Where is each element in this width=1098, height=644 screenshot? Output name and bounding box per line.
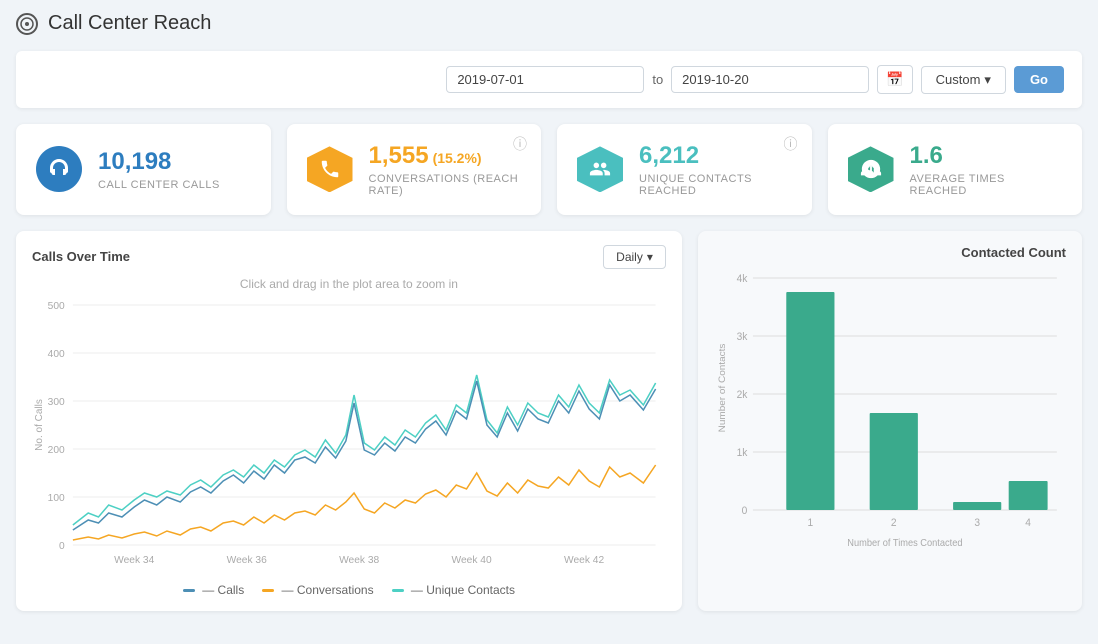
- svg-text:3: 3: [974, 516, 980, 528]
- svg-text:1k: 1k: [736, 446, 747, 458]
- headset-icon: [36, 146, 82, 192]
- help-icon-unique[interactable]: ⓘ: [784, 134, 798, 154]
- legend-conversations: — Conversations: [262, 583, 373, 597]
- stat-card-conversations: 1,555 (15.2%) CONVERSATIONS (REACH RATE)…: [287, 124, 542, 215]
- svg-text:Week 42: Week 42: [564, 555, 605, 566]
- legend-unique-contacts: — Unique Contacts: [392, 583, 515, 597]
- svg-text:400: 400: [48, 349, 65, 360]
- stat-card-average: 1.6 AVERAGE TIMES REACHED: [828, 124, 1083, 215]
- go-button[interactable]: Go: [1014, 66, 1064, 93]
- svg-text:200: 200: [48, 445, 65, 456]
- svg-text:2: 2: [891, 516, 897, 528]
- svg-text:4k: 4k: [736, 272, 747, 284]
- stat-label-average: AVERAGE TIMES REACHED: [910, 173, 1063, 197]
- svg-text:0: 0: [742, 504, 748, 516]
- stat-card-calls: 10,198 CALL CENTER CALLS: [16, 124, 271, 215]
- svg-text:500: 500: [48, 301, 65, 312]
- stat-card-unique: 6,212 UNIQUE CONTACTS REACHED ⓘ: [557, 124, 812, 215]
- bar-chart-title: Contacted Count: [714, 245, 1066, 260]
- stat-info-conversations: 1,555 (15.2%) CONVERSATIONS (REACH RATE): [369, 142, 522, 197]
- filter-bar: to 📅 Custom ▾ Go: [16, 51, 1082, 108]
- svg-text:Week 40: Week 40: [452, 555, 493, 566]
- filter-to-label: to: [652, 72, 663, 87]
- svg-text:3k: 3k: [736, 330, 747, 342]
- line-chart-area: 500 400 300 200 100 0 Week 34 Week 36: [32, 295, 666, 575]
- line-chart-title: Calls Over Time: [32, 249, 130, 264]
- help-icon-conversations[interactable]: ⓘ: [513, 134, 527, 154]
- svg-text:Week 38: Week 38: [339, 555, 380, 566]
- phone-icon: [307, 146, 353, 192]
- chevron-down-icon: ▾: [647, 250, 653, 264]
- stat-value-conversations: 1,555: [369, 142, 429, 171]
- chart-hint: Click and drag in the plot area to zoom …: [32, 277, 666, 291]
- stat-label-calls: CALL CENTER CALLS: [98, 179, 251, 191]
- users-icon: [577, 146, 623, 192]
- date-from-input[interactable]: [446, 66, 644, 93]
- users-circle-icon: [848, 146, 894, 192]
- bottom-section: Calls Over Time Daily ▾ Click and drag i…: [16, 231, 1082, 611]
- stat-label-conversations: CONVERSATIONS (REACH RATE): [369, 173, 522, 197]
- stat-value-calls: 10,198: [98, 148, 251, 177]
- bar-chart-area: 4k 3k 2k 1k 0 Number of Contacts: [714, 268, 1066, 548]
- svg-text:100: 100: [48, 493, 65, 504]
- date-to-input[interactable]: [671, 66, 869, 93]
- page-container: Call Center Reach to 📅 Custom ▾ Go 10,19…: [0, 0, 1098, 644]
- svg-text:No. of Calls: No. of Calls: [34, 399, 45, 451]
- bar-chart-panel: Contacted Count 4k 3k 2k 1k 0 Numb: [698, 231, 1082, 611]
- daily-dropdown-button[interactable]: Daily ▾: [603, 245, 666, 269]
- svg-text:0: 0: [59, 541, 65, 552]
- svg-text:Week 36: Week 36: [227, 555, 268, 566]
- line-chart-panel: Calls Over Time Daily ▾ Click and drag i…: [16, 231, 682, 611]
- stat-value-unique: 6,212: [639, 142, 792, 171]
- stat-cards: 10,198 CALL CENTER CALLS 1,555 (15.2%) C…: [16, 124, 1082, 215]
- stat-value-average: 1.6: [910, 142, 1063, 171]
- legend-calls: — Calls: [183, 583, 244, 597]
- svg-text:1: 1: [807, 516, 813, 528]
- svg-text:300: 300: [48, 397, 65, 408]
- stat-info-average: 1.6 AVERAGE TIMES REACHED: [910, 142, 1063, 197]
- page-title: Call Center Reach: [48, 12, 211, 35]
- stat-info-unique: 6,212 UNIQUE CONTACTS REACHED: [639, 142, 792, 197]
- page-header: Call Center Reach: [16, 12, 1082, 35]
- svg-text:2k: 2k: [736, 388, 747, 400]
- line-chart-legend: — Calls — Conversations — Unique Contact…: [32, 583, 666, 597]
- stat-label-unique: UNIQUE CONTACTS REACHED: [639, 173, 792, 197]
- svg-text:4: 4: [1025, 516, 1031, 528]
- stat-info-calls: 10,198 CALL CENTER CALLS: [98, 148, 251, 191]
- line-chart-header: Calls Over Time Daily ▾: [32, 245, 666, 269]
- calendar-button[interactable]: 📅: [877, 65, 912, 94]
- page-icon: [16, 13, 38, 35]
- svg-text:Week 34: Week 34: [114, 555, 155, 566]
- stat-rate-conversations: (15.2%): [433, 150, 482, 166]
- custom-dropdown-button[interactable]: Custom ▾: [921, 66, 1006, 94]
- chevron-down-icon: ▾: [984, 72, 991, 88]
- svg-text:Number of Times Contacted: Number of Times Contacted: [847, 537, 962, 548]
- svg-text:Number of Contacts: Number of Contacts: [717, 343, 728, 432]
